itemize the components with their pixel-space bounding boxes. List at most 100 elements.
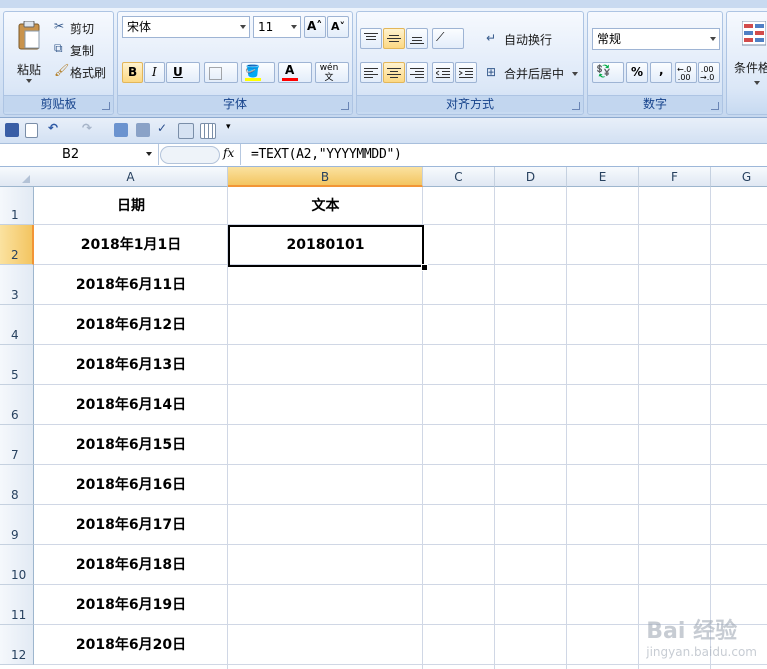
comma-icon: , (659, 63, 664, 77)
column-header-c[interactable]: C (423, 167, 495, 187)
save-icon[interactable] (5, 123, 19, 137)
row-header-11[interactable]: 11 (0, 585, 34, 625)
cell-a1[interactable]: 日期 (34, 196, 228, 216)
column-header-f[interactable]: F (639, 167, 711, 187)
paste-button[interactable]: 粘贴 (8, 16, 48, 92)
merge-center-button[interactable]: ⊞ 合并后居中 (483, 62, 581, 83)
cut-label: 剪切 (70, 22, 95, 36)
align-bottom-button[interactable] (406, 28, 428, 49)
decrease-indent-button[interactable] (432, 62, 454, 83)
font-size-select[interactable]: 11 (253, 16, 301, 38)
row-header-8[interactable]: 8 (0, 465, 34, 505)
shrink-font-button[interactable]: A˅ (327, 16, 349, 38)
undo-icon[interactable]: ↶ (48, 121, 58, 135)
alignment-dialog-launcher[interactable] (572, 102, 580, 110)
cell-a3[interactable]: 2018年6月11日 (34, 275, 228, 295)
fill-handle[interactable] (421, 264, 428, 271)
spelling-icon[interactable]: ✓ (157, 121, 167, 135)
cell-a11[interactable]: 2018年6月19日 (34, 595, 228, 615)
align-center-button[interactable] (383, 62, 405, 83)
row-header-2[interactable]: 2 (0, 225, 34, 265)
name-box-value: B2 (62, 147, 80, 162)
row-header-7[interactable]: 7 (0, 425, 34, 465)
accounting-format-button[interactable]: 💱 (592, 62, 624, 83)
align-top-button[interactable] (360, 28, 382, 49)
row-header-3[interactable]: 3 (0, 265, 34, 305)
column-header-g[interactable]: G (711, 167, 767, 187)
chevron-down-icon[interactable] (146, 152, 152, 156)
borders-button[interactable] (204, 62, 238, 83)
formula-bar-splitter[interactable] (160, 146, 220, 164)
font-group-label: 字体 (118, 95, 352, 112)
wrap-text-button[interactable]: ↵ 自动换行 (483, 28, 581, 49)
print-preview-icon[interactable] (114, 123, 128, 137)
copy-button[interactable]: ⧉ 复制 (51, 40, 109, 58)
quick-print-icon[interactable] (136, 123, 150, 137)
orientation-button[interactable]: ⟋ (432, 28, 464, 49)
fill-color-button[interactable]: 🪣 (241, 62, 275, 83)
cell-a6[interactable]: 2018年6月14日 (34, 395, 228, 415)
customize-toolbar-icon[interactable]: ▾ (226, 122, 231, 132)
cell-a4[interactable]: 2018年6月12日 (34, 315, 228, 335)
conditional-formatting-button[interactable]: 条件格 (731, 16, 767, 92)
italic-button[interactable]: I (144, 62, 165, 83)
number-format-select[interactable]: 常规 (592, 28, 720, 50)
increase-indent-button[interactable] (455, 62, 477, 83)
phonetic-guide-button[interactable]: wén 文 (315, 62, 349, 83)
underline-button[interactable]: U (166, 62, 200, 83)
align-middle-button[interactable] (383, 28, 405, 49)
column-header-d[interactable]: D (495, 167, 567, 187)
bold-button[interactable]: B (122, 62, 143, 83)
ribbon-tab-strip[interactable] (0, 0, 767, 8)
cell-a8[interactable]: 2018年6月16日 (34, 475, 228, 495)
row-header-1[interactable]: 1 (0, 187, 34, 225)
comma-style-button[interactable]: , (650, 62, 672, 83)
cut-button[interactable]: ✂ 剪切 (51, 18, 109, 36)
gridline-horizontal (34, 584, 767, 585)
redo-icon[interactable]: ↷ (82, 121, 92, 135)
select-all-corner[interactable] (0, 167, 35, 187)
column-header-a[interactable]: A (34, 167, 228, 187)
column-header-e[interactable]: E (567, 167, 639, 187)
format-painter-button[interactable]: 🖌 格式刷 (51, 62, 113, 80)
copy-icon: ⧉ (54, 41, 63, 55)
row-header-9[interactable]: 9 (0, 505, 34, 545)
align-left-button[interactable] (360, 62, 382, 83)
row-header-10[interactable]: 10 (0, 545, 34, 585)
grow-font-button[interactable]: A˄ (304, 16, 326, 38)
gridline-horizontal (34, 464, 767, 465)
row-header-5[interactable]: 5 (0, 345, 34, 385)
borders-grid-icon[interactable] (200, 123, 216, 139)
name-box[interactable]: B2 (0, 144, 159, 165)
row-header-4[interactable]: 4 (0, 305, 34, 345)
gridline-horizontal (34, 424, 767, 425)
cell-a9[interactable]: 2018年6月17日 (34, 515, 228, 535)
cell-a10[interactable]: 2018年6月18日 (34, 555, 228, 575)
watermark-url: jingyan.baidu.com (646, 645, 757, 659)
increase-decimal-button[interactable]: ←.0.00 (675, 62, 697, 83)
gridline-horizontal (34, 544, 767, 545)
shrink-font-icon: A˅ (331, 20, 346, 33)
align-right-button[interactable] (406, 62, 428, 83)
cell-b1[interactable]: 文本 (228, 196, 423, 216)
cell-a5[interactable]: 2018年6月13日 (34, 355, 228, 375)
row-header-6[interactable]: 6 (0, 385, 34, 425)
number-dialog-launcher[interactable] (711, 102, 719, 110)
zoom-icon[interactable] (178, 123, 194, 139)
clipboard-dialog-launcher[interactable] (102, 102, 110, 110)
font-color-swatch (282, 78, 298, 81)
row-header-12[interactable]: 12 (0, 625, 34, 665)
font-dialog-launcher[interactable] (341, 102, 349, 110)
cell-a12[interactable]: 2018年6月20日 (34, 635, 228, 655)
cell-a2[interactable]: 2018年1月1日 (34, 235, 228, 255)
column-header-b[interactable]: B (228, 167, 423, 187)
insert-function-icon[interactable]: fx (223, 146, 234, 160)
cell-a7[interactable]: 2018年6月15日 (34, 435, 228, 455)
font-color-button[interactable]: A (278, 62, 312, 83)
font-name-select[interactable]: 宋体 (122, 16, 250, 38)
worksheet-grid[interactable]: ABCDEFG 1 2 3 4 5 6 7 8 9 10 11 12 日期 2018年1月1日 2018年… (0, 167, 767, 669)
formula-input[interactable]: =TEXT(A2,"YYYYMMDD") (251, 147, 402, 162)
percent-style-button[interactable]: % (626, 62, 648, 83)
decrease-decimal-button[interactable]: .00 →.0 (698, 62, 720, 83)
new-document-icon[interactable] (25, 123, 38, 138)
